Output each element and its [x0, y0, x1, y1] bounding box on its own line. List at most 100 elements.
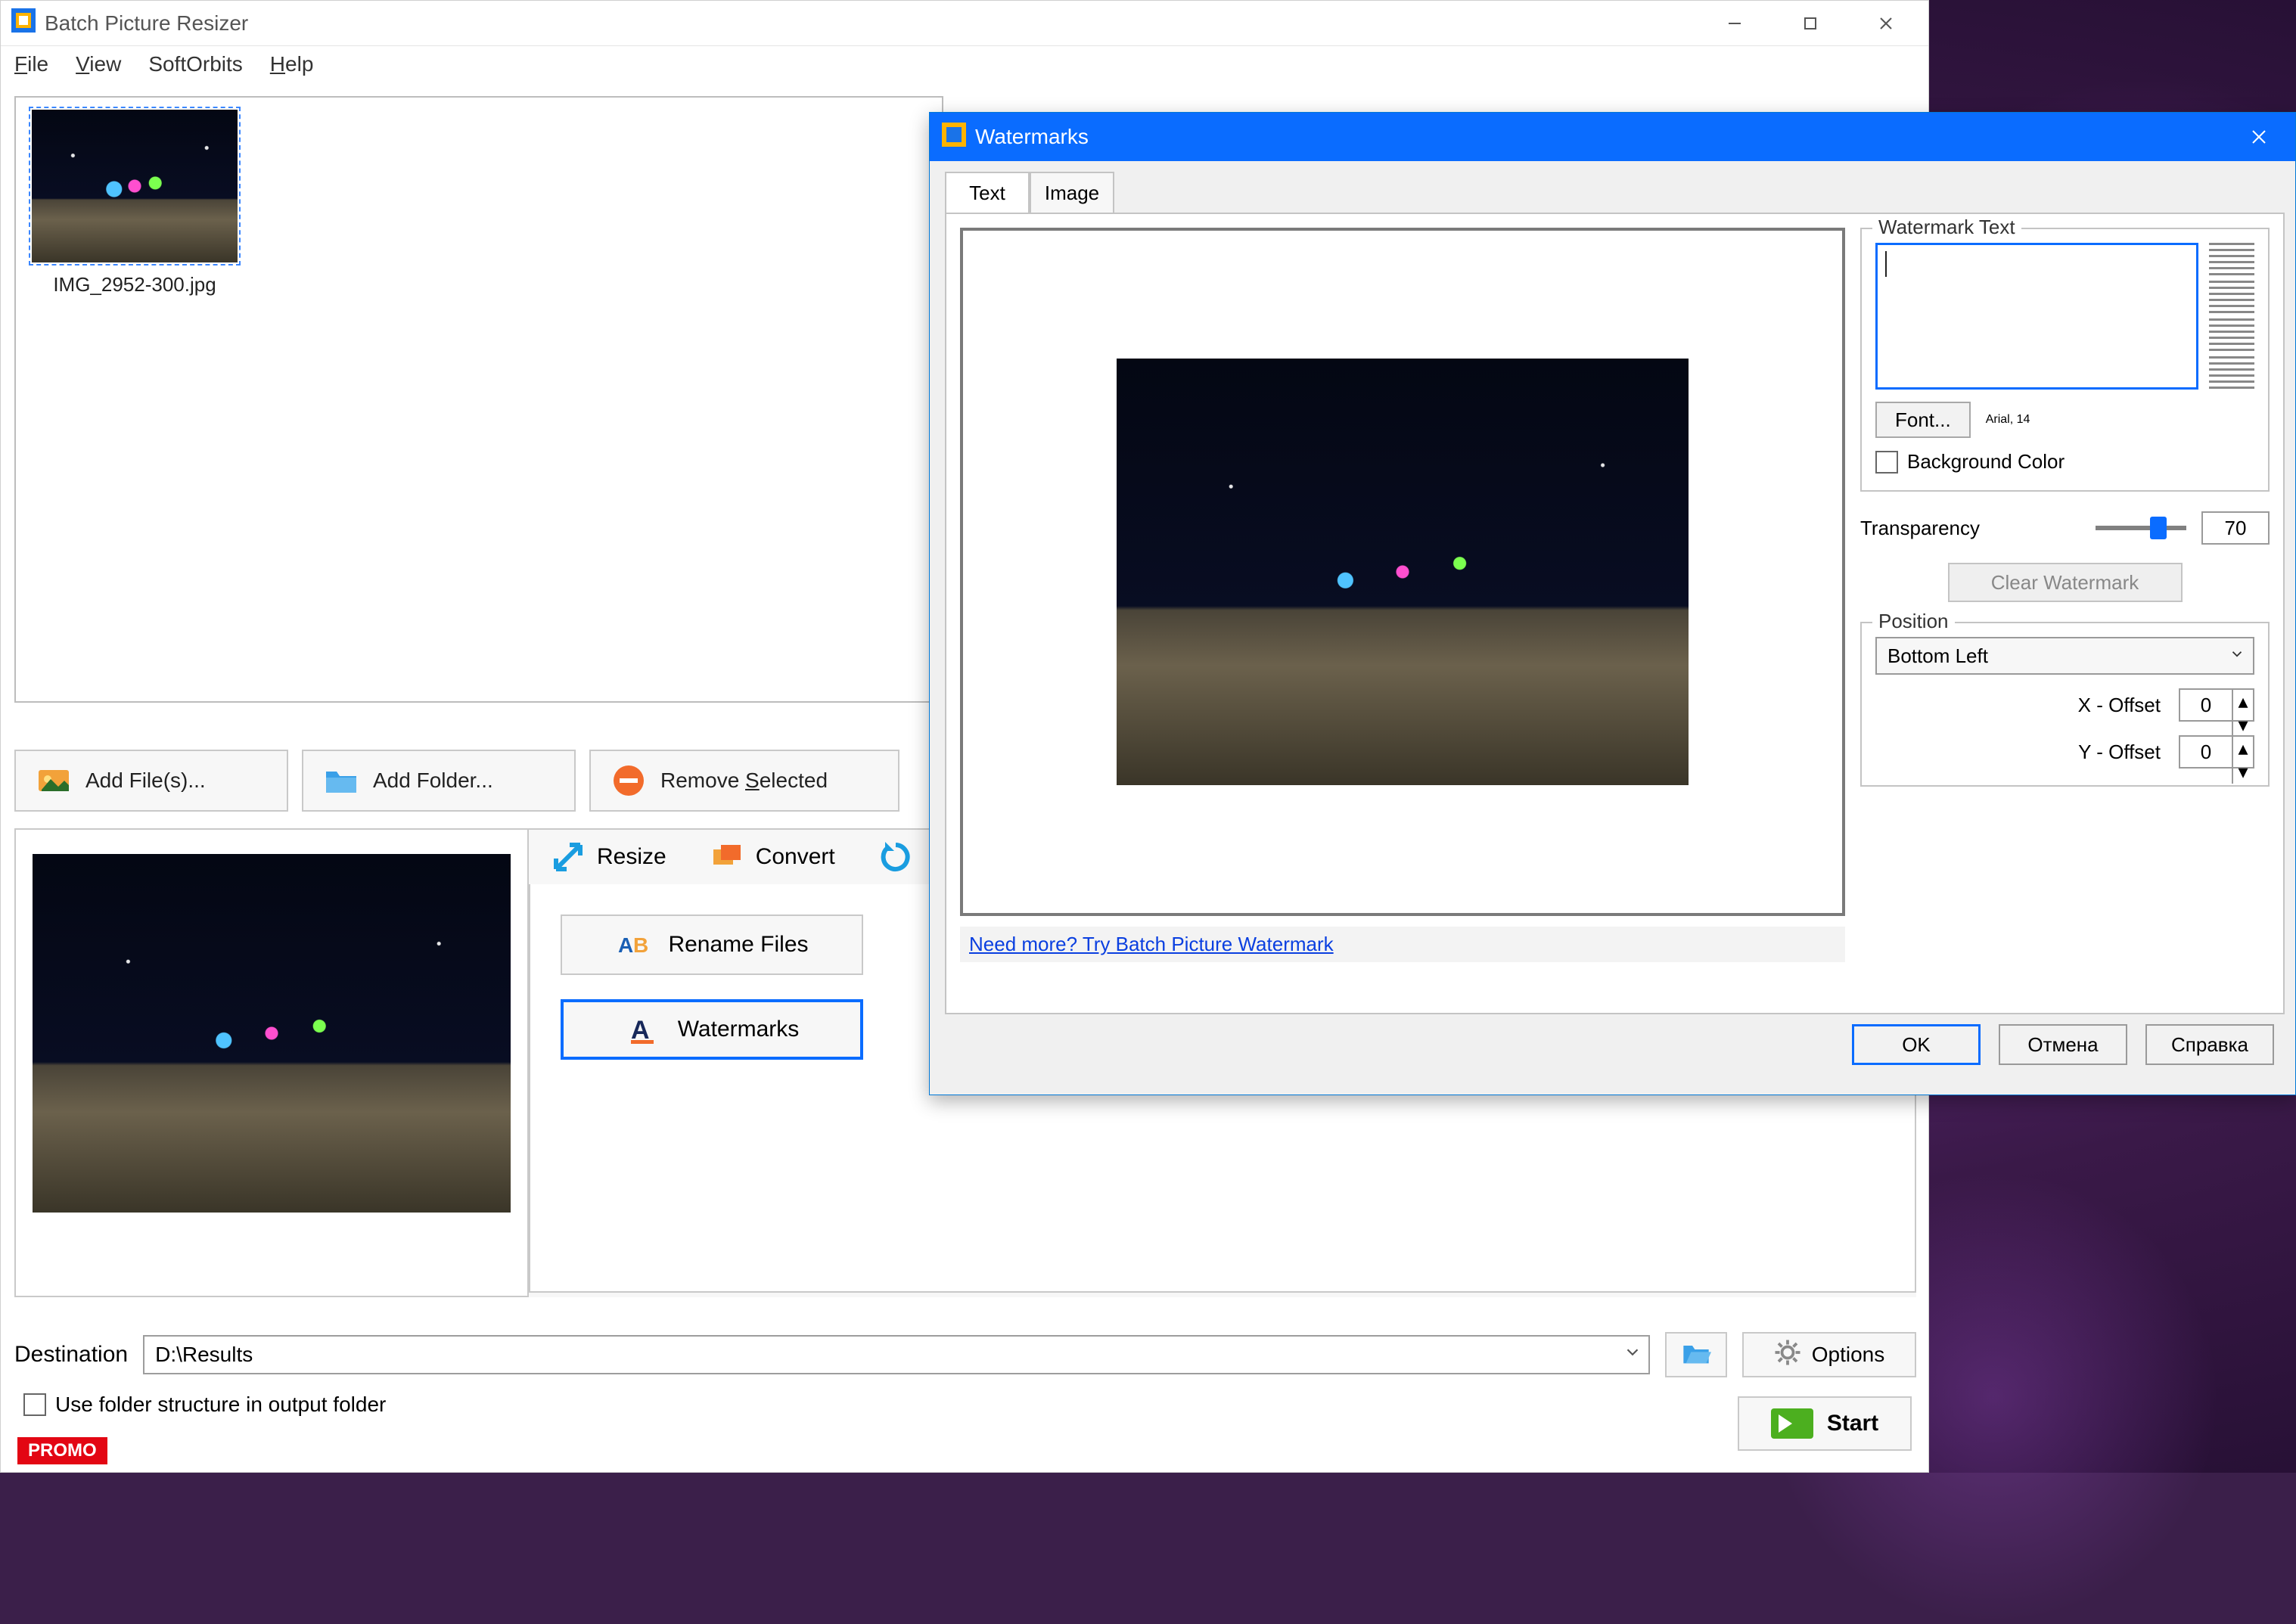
align-justify-button[interactable] [2209, 356, 2254, 390]
destination-combo[interactable]: D:\Results [143, 1335, 1650, 1374]
position-group: Position Bottom Left X - Offset 0 ▴▾ [1860, 622, 2270, 787]
clear-watermark-button[interactable]: Clear Watermark [1948, 563, 2183, 602]
ok-button[interactable]: OK [1852, 1024, 1981, 1065]
preview-panel [14, 828, 529, 1297]
transparency-value[interactable]: 70 [2201, 511, 2270, 545]
start-label: Start [1827, 1411, 1878, 1436]
align-center-button[interactable] [2209, 281, 2254, 314]
position-value: Bottom Left [1887, 644, 1988, 668]
dialog-tab-text[interactable]: Text [945, 172, 1030, 213]
options-label: Options [1812, 1343, 1885, 1367]
x-offset-spinner[interactable]: 0 ▴▾ [2179, 688, 2254, 722]
preview-image [33, 854, 511, 1213]
picture-add-icon [36, 762, 72, 799]
promo-badge[interactable]: PROMO [17, 1437, 107, 1464]
watermarks-dialog: Watermarks Text Image Need more? Try Bat… [929, 112, 2296, 1095]
remove-selected-label: Remove Selected [660, 769, 828, 793]
maximize-button[interactable] [1772, 2, 1848, 45]
dialog-close-button[interactable] [2235, 113, 2283, 161]
dialog-tab-image[interactable]: Image [1030, 172, 1114, 213]
tab-convert[interactable]: Convert [688, 830, 856, 884]
align-right-button[interactable] [2209, 318, 2254, 352]
rename-files-label: Rename Files [668, 932, 808, 958]
menu-bar: File View SoftOrbits Help [1, 46, 1928, 82]
add-folder-button[interactable]: Add Folder... [302, 750, 576, 812]
start-button[interactable]: Start [1738, 1396, 1912, 1451]
thumbnail-pane[interactable]: IMG_2952-300.jpg [14, 96, 943, 703]
rotate-icon [878, 839, 914, 875]
watermark-preview [960, 228, 1845, 916]
spin-up-icon[interactable]: ▴ [2232, 690, 2253, 713]
x-offset-label: X - Offset [2078, 694, 2161, 717]
chevron-down-icon [2229, 644, 2245, 668]
titlebar: Batch Picture Resizer [1, 1, 1928, 46]
font-button[interactable]: Font... [1875, 402, 1971, 438]
thumbnail-image [29, 107, 241, 265]
transparency-slider[interactable] [2096, 526, 2186, 530]
gear-icon [1774, 1339, 1801, 1371]
chevron-down-icon [1623, 1343, 1642, 1368]
align-left-button[interactable] [2209, 243, 2254, 276]
dialog-tab-text-label: Text [969, 182, 1005, 205]
help-button[interactable]: Справка [2145, 1024, 2274, 1065]
slider-thumb[interactable] [2150, 517, 2167, 539]
cancel-button[interactable]: Отмена [1999, 1024, 2127, 1065]
svg-text:A: A [618, 933, 633, 957]
rename-icon: AB [615, 927, 651, 963]
watermarks-label: Watermarks [678, 1017, 800, 1042]
tab-rotate[interactable] [856, 830, 935, 884]
spin-down-icon[interactable]: ▾ [2232, 760, 2253, 784]
add-files-button[interactable]: Add File(s)... [14, 750, 288, 812]
tab-resize-label: Resize [597, 844, 666, 870]
resize-icon [550, 839, 586, 875]
watermark-letter-icon: A [625, 1011, 661, 1048]
add-folder-label: Add Folder... [373, 769, 493, 793]
tab-convert-label: Convert [756, 844, 835, 870]
y-offset-spinner[interactable]: 0 ▴▾ [2179, 735, 2254, 769]
svg-text:B: B [633, 933, 648, 957]
position-combo[interactable]: Bottom Left [1875, 637, 2254, 675]
spin-down-icon[interactable]: ▾ [2232, 713, 2253, 737]
destination-value: D:\Results [155, 1343, 253, 1367]
convert-icon [709, 839, 745, 875]
tab-resize[interactable]: Resize [529, 830, 688, 884]
folder-icon [323, 762, 359, 799]
background-color-label: Background Color [1907, 450, 2065, 474]
destination-label: Destination [14, 1342, 128, 1368]
thumbnail-filename: IMG_2952-300.jpg [25, 273, 244, 297]
dialog-app-icon [942, 123, 966, 152]
menu-help[interactable]: Help [270, 52, 314, 76]
remove-selected-button[interactable]: Remove Selected [589, 750, 899, 812]
play-icon [1771, 1408, 1813, 1439]
dialog-tab-image-label: Image [1045, 182, 1099, 205]
font-description: Arial, 14 [1986, 413, 2030, 427]
position-group-title: Position [1872, 610, 1955, 633]
window-title: Batch Picture Resizer [45, 11, 248, 36]
y-offset-value: 0 [2180, 737, 2232, 767]
browse-folder-button[interactable] [1665, 1332, 1727, 1377]
y-offset-label: Y - Offset [2078, 741, 2161, 764]
menu-softorbits[interactable]: SoftOrbits [148, 52, 242, 76]
dialog-titlebar: Watermarks [930, 113, 2295, 161]
add-files-label: Add File(s)... [85, 769, 206, 793]
thumbnail-item[interactable]: IMG_2952-300.jpg [25, 107, 244, 297]
menu-file[interactable]: File [14, 52, 48, 76]
rename-files-button[interactable]: AB Rename Files [561, 914, 863, 975]
menu-view[interactable]: View [76, 52, 121, 76]
watermark-text-group: Watermark Text Font... [1860, 228, 2270, 492]
close-button[interactable] [1848, 2, 1924, 45]
dialog-title: Watermarks [975, 125, 1089, 149]
options-button[interactable]: Options [1742, 1332, 1916, 1377]
watermarks-button[interactable]: A Watermarks [561, 999, 863, 1060]
x-offset-value: 0 [2180, 690, 2232, 720]
watermark-text-group-title: Watermark Text [1872, 216, 2021, 239]
spin-up-icon[interactable]: ▴ [2232, 737, 2253, 760]
transparency-label: Transparency [1860, 517, 2080, 540]
need-more-link[interactable]: Need more? Try Batch Picture Watermark [960, 927, 1845, 962]
use-folder-structure-checkbox[interactable] [23, 1393, 46, 1416]
app-icon [11, 8, 36, 38]
remove-icon [611, 762, 647, 799]
minimize-button[interactable] [1697, 2, 1772, 45]
watermark-text-input[interactable] [1875, 243, 2198, 390]
background-color-checkbox[interactable] [1875, 451, 1898, 474]
